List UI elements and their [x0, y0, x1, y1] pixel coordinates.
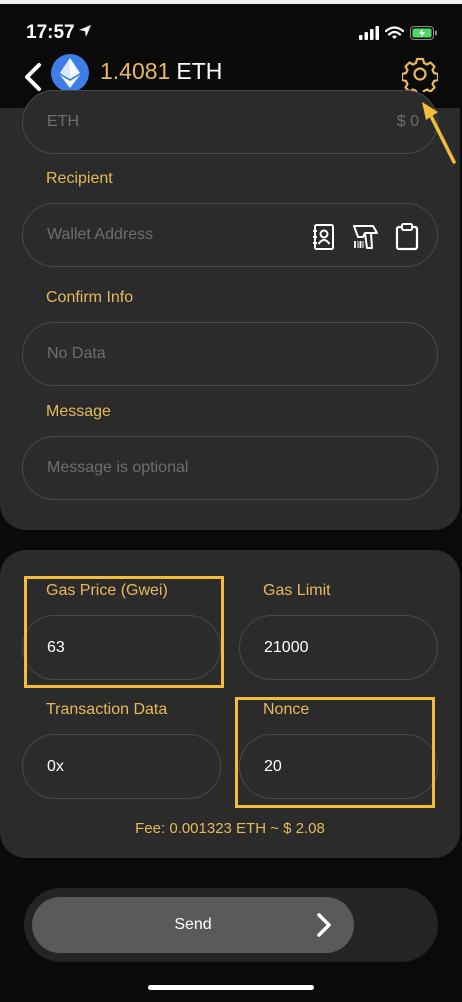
send-button[interactable]: Send	[32, 897, 354, 953]
battery-charging-icon	[410, 26, 437, 40]
message-placeholder: Message is optional	[47, 459, 189, 476]
address-book-icon[interactable]	[313, 224, 335, 250]
amount-input[interactable]: ETH $ 0	[22, 90, 438, 154]
confirm-info-placeholder: No Data	[47, 345, 106, 362]
wallet-address-input[interactable]: Wallet Address	[22, 203, 438, 267]
status-icons	[359, 26, 438, 40]
ethereum-logo-icon	[51, 54, 89, 92]
balance-currency: ETH	[176, 58, 223, 84]
gas-limit-label: Gas Limit	[263, 582, 331, 599]
gas-price-highlight-box	[24, 576, 224, 688]
status-bar: 17:57	[0, 4, 462, 48]
message-label: Message	[46, 403, 111, 420]
location-arrow-icon	[79, 25, 91, 37]
clipboard-paste-icon[interactable]	[395, 223, 419, 251]
confirm-info-label: Confirm Info	[46, 289, 134, 306]
settings-gear-icon[interactable]	[402, 56, 438, 92]
wifi-icon	[385, 26, 404, 39]
chevron-right-icon	[317, 913, 331, 937]
balance: 1.4081 ETH	[100, 58, 222, 85]
transaction-data-input[interactable]: 0x	[22, 734, 221, 799]
nonce-highlight-box	[235, 697, 435, 808]
confirm-info-field: No Data	[22, 322, 438, 386]
transaction-data-label: Transaction Data	[46, 701, 168, 718]
send-label: Send	[174, 916, 212, 933]
home-indicator	[148, 985, 314, 990]
recipient-label: Recipient	[46, 170, 113, 187]
balance-amount: 1.4081	[100, 58, 171, 84]
annotation-arrow-icon	[422, 102, 456, 164]
back-chevron-icon[interactable]	[22, 62, 44, 92]
message-input[interactable]: Message is optional	[22, 436, 438, 500]
gas-limit-input[interactable]: 21000	[239, 615, 438, 680]
fee-summary: Fee: 0.001323 ETH ~ $ 2.08	[135, 820, 325, 837]
transaction-data-value: 0x	[47, 757, 64, 775]
wallet-address-placeholder: Wallet Address	[47, 226, 154, 243]
status-time: 17:57	[26, 22, 75, 43]
barcode-scanner-icon[interactable]	[351, 223, 379, 251]
gas-limit-value: 21000	[264, 638, 309, 656]
signal-icon	[359, 26, 379, 40]
